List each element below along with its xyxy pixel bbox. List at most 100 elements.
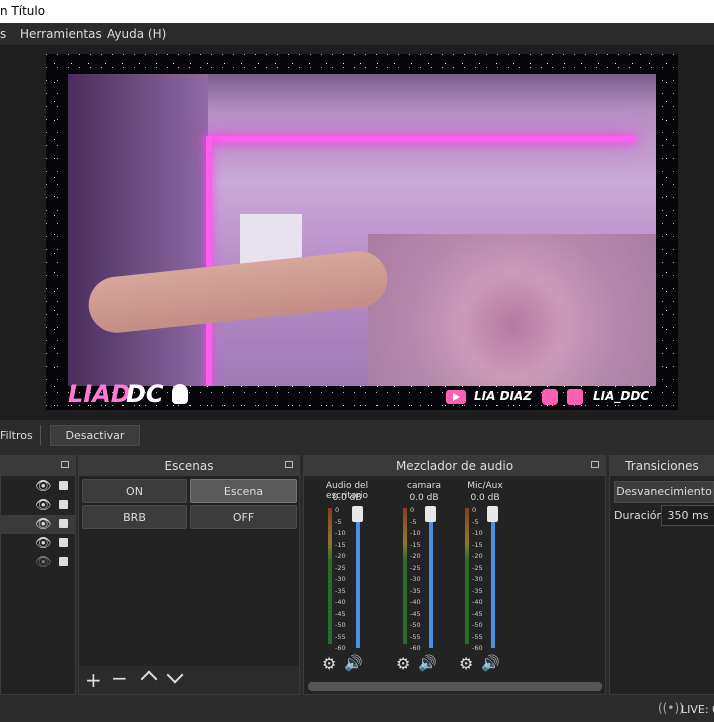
scene-item-selected[interactable]: Escena (190, 479, 297, 503)
skull-icon (172, 384, 188, 404)
meter-tick-label: -15 (472, 540, 483, 549)
move-up-icon[interactable] (140, 670, 158, 688)
eye-icon[interactable]: 👁 (35, 517, 52, 532)
source-row[interactable]: 👁 (1, 477, 75, 496)
dock-float-icon[interactable] (61, 461, 69, 468)
audio-mixer-dock: Mezclador de audio Audio del escritorio … (303, 455, 606, 695)
overlay-youtube-handle: LIA DIAZ (474, 389, 532, 403)
source-row[interactable]: 👁 (1, 534, 75, 553)
camera-feed (68, 74, 656, 386)
mixer-scrollbar[interactable] (308, 682, 602, 691)
speaker-icon[interactable]: 🔊 (481, 654, 500, 672)
meter-ticks: 0 -5 -10 -15 -20 -25 -30 -35 -40 -45 -50 -55 -60 (335, 506, 351, 652)
transitions-dock-title: Transiciones (610, 456, 714, 476)
volume-slider-handle[interactable] (425, 506, 436, 522)
scene-item[interactable]: ON (82, 479, 187, 503)
meter-tick-label: -45 (335, 609, 346, 618)
meter-tick-label: -50 (410, 621, 421, 629)
meter-tick-label: -55 (335, 632, 346, 641)
deactivate-button[interactable]: Desactivar (50, 425, 140, 446)
volume-meter (465, 508, 469, 644)
dock-float-icon[interactable] (285, 461, 293, 468)
meter-tick-label: -50 (472, 621, 483, 629)
meter-tick-label: -30 (472, 575, 483, 583)
live-status: LIVE: 0 (681, 703, 714, 716)
led-strip (206, 136, 636, 142)
meter-tick-label: -40 (335, 598, 346, 606)
meter-tick-label: -25 (335, 563, 346, 572)
meter-tick-label: -45 (472, 609, 483, 618)
transition-select[interactable]: Desvanecimiento (614, 481, 714, 503)
status-bar: ((•)) LIVE: 0 (0, 696, 714, 722)
source-row-selected[interactable]: 👁 (1, 515, 75, 534)
menu-item-herramientas[interactable]: Herramientas (20, 23, 102, 45)
speaker-icon[interactable]: 🔊 (344, 654, 363, 672)
meter-tick-label: -10 (335, 529, 346, 537)
volume-slider-track[interactable] (356, 508, 360, 648)
transitions-dock: Transiciones Desvanecimiento Duración 35… (609, 455, 714, 695)
meter-tick-label: -55 (410, 632, 421, 641)
volume-slider-handle[interactable] (352, 506, 363, 522)
meter-ticks: 0 -5 -10 -15 -20 -25 -30 -35 -40 -45 -50 -55 -60 (410, 506, 426, 652)
speaker-icon[interactable]: 🔊 (418, 654, 437, 672)
duration-field[interactable]: 350 ms (661, 505, 714, 526)
meter-tick-label: -60 (472, 644, 483, 652)
menu-bar: s Herramientas Ayuda (H) (0, 23, 714, 45)
volume-meter (328, 508, 332, 644)
duration-label: Duración (614, 509, 664, 522)
meter-tick-label: -10 (472, 529, 483, 537)
channel-name: camara (407, 481, 441, 491)
volume-slider-track[interactable] (491, 508, 495, 648)
meter-tick-label: -30 (410, 575, 421, 583)
preview-area: LIAD DC LIA DIAZ LIA_DDC (0, 45, 714, 420)
meter-tick-label: -40 (472, 598, 483, 606)
menu-item-ayuda[interactable]: Ayuda (H) (107, 23, 166, 45)
filters-button[interactable]: Filtros (0, 429, 33, 442)
volume-slider-handle[interactable] (487, 506, 498, 522)
eye-icon[interactable]: 👁 (35, 536, 52, 551)
led-strip-vertical (206, 136, 212, 386)
title-bar: n Título (0, 0, 714, 23)
remove-scene-icon[interactable]: − (111, 666, 128, 690)
youtube-icon (446, 390, 466, 404)
meter-tick-label: -15 (335, 540, 346, 549)
source-row[interactable]: 👁 (1, 553, 75, 572)
meter-tick-label: -35 (410, 586, 421, 595)
scene-item[interactable]: OFF (190, 505, 297, 529)
gear-icon[interactable]: ⚙ (322, 654, 336, 673)
meter-tick-label: -35 (472, 586, 483, 595)
source-row[interactable]: 👁 (1, 496, 75, 515)
gear-icon[interactable]: ⚙ (396, 654, 410, 673)
meter-tick-label: -5 (410, 517, 417, 526)
add-scene-icon[interactable]: + (85, 668, 102, 692)
meter-tick-label: -60 (410, 644, 421, 652)
channel-level: 0.0 dB (409, 493, 439, 503)
channel-level: 0.0 dB (332, 493, 362, 503)
lock-icon[interactable] (59, 500, 68, 509)
scene-item[interactable]: BRB (82, 505, 187, 529)
meter-tick-label: -60 (335, 644, 346, 652)
eye-hidden-icon[interactable]: 👁 (35, 555, 52, 570)
lock-icon[interactable] (59, 538, 68, 547)
gear-icon[interactable]: ⚙ (459, 654, 473, 673)
menu-item-s[interactable]: s (0, 23, 6, 45)
toolbar-divider (40, 425, 41, 445)
eye-icon[interactable]: 👁 (35, 498, 52, 513)
volume-slider-track[interactable] (429, 508, 433, 648)
lock-icon[interactable] (59, 519, 68, 528)
scenes-dock: Escenas ON Escena BRB OFF + − (78, 455, 300, 695)
channel-name: Mic/Aux (467, 481, 503, 491)
eye-icon[interactable]: 👁 (35, 479, 52, 494)
meter-tick-label: -40 (410, 598, 421, 606)
lock-icon[interactable] (59, 557, 68, 566)
move-down-icon[interactable] (166, 666, 184, 684)
preview-canvas[interactable]: LIAD DC LIA DIAZ LIA_DDC (46, 54, 678, 410)
twitter-icon (567, 389, 583, 405)
camera-tapestry (368, 234, 656, 386)
lock-icon[interactable] (59, 481, 68, 490)
meter-tick-label: -5 (472, 517, 479, 526)
dock-float-icon[interactable] (591, 461, 599, 468)
meter-tick-label: 0 (335, 506, 340, 514)
meter-tick-label: -25 (472, 563, 483, 572)
overlay-brand-left: LIAD (68, 380, 131, 408)
